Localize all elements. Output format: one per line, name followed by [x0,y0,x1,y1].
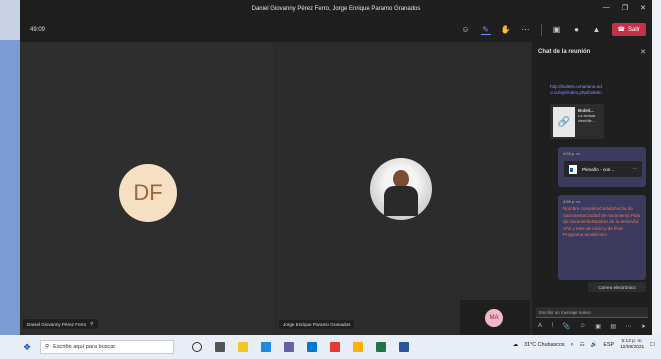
desktop-background-right [652,0,661,335]
chat-header: Chat de la reunión ✕ [532,42,652,62]
format-icon[interactable]: A [538,323,542,330]
teams-meeting-window: Daniel Giovanny Pérez Ferro, Jorge Enriq… [20,0,652,335]
window-controls: — ❐ ✕ [603,4,646,12]
chat-message: 4:53 p. m. Plenaño - con... ⋯ [558,147,646,187]
reactions-icon[interactable]: ✋ [501,25,511,35]
link-icon: 🔗 [553,107,576,137]
phone-hangup-icon: ☎ [617,27,625,33]
close-chat-icon[interactable]: ✕ [640,48,646,56]
self-view-tile[interactable]: MA [460,300,530,335]
participant-name-chip: Jorge Enrique Paramo Granados [279,320,355,329]
gif-icon[interactable]: ▣ [595,323,601,330]
meeting-timer: 49:09 [30,27,46,33]
meeting-chat-panel: Chat de la reunión ✕ http://boletin.umar… [532,42,652,335]
chrome-icon[interactable] [330,342,340,352]
leave-button[interactable]: ☎ Salir [611,23,646,36]
taskbar-apps [192,342,409,352]
avatar: DF [119,164,177,222]
meeting-toolbar: 49:09 ☺ ✎ ✋ ⋯ ▣ ● ▲ ☎ Salir [20,18,652,42]
windows-start-icon[interactable]: ❖ [20,342,34,353]
clock-date: 12/08/2021 [620,345,645,350]
file-attachment[interactable]: Plenaño - con... ⋯ [564,161,642,177]
close-window-button[interactable]: ✕ [640,4,646,12]
meeting-controls: ☺ ✎ ✋ ⋯ ▣ ● ▲ ☎ Salir [461,23,646,36]
leave-label: Salir [627,26,640,33]
word-file-icon [569,164,577,174]
microphone-icon[interactable]: ● [572,25,582,35]
share-screen-icon[interactable]: ▲ [592,25,602,35]
participant-name: Jorge Enrique Paramo Granados [283,322,351,327]
participant-tile[interactable]: DF Daniel Giovanny Pérez Ferro ⚲ [20,42,274,335]
weather-icon: ☁ [512,342,519,348]
mail-icon[interactable] [307,342,317,352]
camera-icon[interactable]: ▣ [552,25,562,35]
email-button[interactable]: Correo electrónico [588,282,646,292]
participant-name-chip: Daniel Giovanny Pérez Ferro ⚲ [23,319,98,329]
language-indicator[interactable]: ESP [603,342,614,348]
file-explorer-icon[interactable] [238,342,248,352]
more-options-icon[interactable]: ⋯ [632,166,637,172]
weather-text: 31°C Chubascos [524,342,565,348]
minimize-button[interactable]: — [603,4,610,12]
avatar-photo-body [384,186,418,216]
taskbar-search[interactable]: ⚲ Escribe aquí para buscar [40,340,174,354]
cortana-icon[interactable] [192,342,202,352]
firefox-icon[interactable] [353,342,363,352]
sticker-icon[interactable]: ▤ [610,323,616,330]
excel-icon[interactable] [376,342,386,352]
system-tray: ☁ 31°C Chubascos ˄ ☷ 🔊 ESP 5:13 p. m. 12… [513,339,655,351]
word-icon[interactable] [399,342,409,352]
participant-tile[interactable]: Jorge Enrique Paramo Granados [276,42,530,335]
participants-icon[interactable]: ☺ [461,25,471,35]
chat-icon[interactable]: ✎ [480,24,491,35]
link-preview-text: Boletí... La revista científic... [578,104,604,139]
link-preview-desc: La revista científic... [578,113,596,123]
send-icon[interactable]: ➤ [641,323,646,330]
windows-taskbar: ❖ ⚲ Escribe aquí para buscar ☁ 31°C Chub… [0,335,661,359]
important-icon[interactable]: ! [551,323,553,330]
video-stage: DF Daniel Giovanny Pérez Ferro ⚲ Jorge E… [20,42,530,335]
notifications-icon[interactable]: ☐ [650,342,655,348]
clock[interactable]: 5:13 p. m. 12/08/2021 [620,339,644,351]
chat-title: Chat de la reunión [538,49,591,55]
search-icon: ⚲ [45,344,50,350]
self-avatar: MA [485,309,503,327]
tray-chevron-icon[interactable]: ˄ [571,342,574,348]
chat-link[interactable]: http://boletin.umariana.edu.co/ojs/index… [550,84,604,96]
participant-name: Daniel Giovanny Pérez Ferro [27,321,87,327]
more-actions-icon[interactable]: ⋯ [521,25,531,35]
message-text: Nombre completoCédulaFecha de nacimiento… [563,206,641,237]
teams-icon[interactable] [284,342,294,352]
task-view-icon[interactable] [215,342,225,352]
volume-icon[interactable]: 🔊 [591,342,598,348]
pin-icon: ⚲ [90,321,94,326]
message-time: 4:53 p. m. [563,151,581,156]
desktop-window-edge [0,40,20,335]
window-title: Daniel Giovanny Pérez Ferro, Jorge Enriq… [251,6,421,12]
network-icon[interactable]: ☷ [580,342,585,348]
compose-input[interactable]: Escribir un mensaje nuevo [536,307,648,318]
chat-message: 4:59 p. m. Nombre completoCédulaFecha de… [558,195,646,280]
link-preview-card[interactable]: 🔗 Boletí... La revista científic... [550,104,604,139]
title-bar: Daniel Giovanny Pérez Ferro, Jorge Enriq… [20,0,652,18]
file-name: Plenaño - con... [582,166,615,172]
maximize-button[interactable]: ❐ [622,4,628,12]
emoji-icon[interactable]: ☺ [580,323,586,330]
compose-toolbar: A ! 📎 ☺ ▣ ▤ ⋯ ➤ [538,323,646,330]
more-icon[interactable]: ⋯ [625,323,631,330]
edge-icon[interactable] [261,342,271,352]
avatar-photo [370,158,432,220]
search-placeholder: Escribe aquí para buscar [53,344,116,350]
attach-icon[interactable]: 📎 [563,323,570,330]
toolbar-divider [540,23,542,36]
message-time: 4:59 p. m. [563,199,581,204]
